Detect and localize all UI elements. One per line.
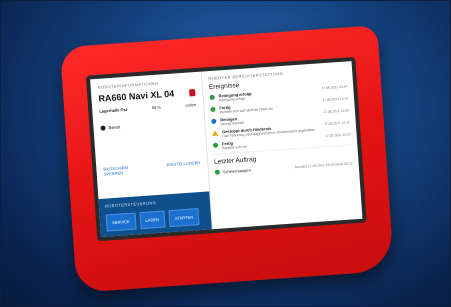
success-icon [212,142,219,148]
event-time: 17.08.2021 12:37 [323,120,350,127]
control-buttons: SERVICE LADEN STARTEN [105,208,206,232]
connection-status: online [185,102,197,108]
battery-level: 68 % [151,104,161,111]
success-icon [210,106,216,113]
charge-button[interactable]: LADEN [139,210,166,230]
robot-status: Bereit [100,119,197,131]
start-button[interactable]: STARTEN [168,208,200,228]
left-links: BILDSCHIRM SPERREN EINSTELLUNGEN [103,160,200,177]
robot-name: RA660 Navi XL 04 [98,88,175,104]
device-screen: ROBOTERINFORMATIONEN RA660 Navi XL 04 La… [85,56,367,242]
control-ui: ROBOTERINFORMATIONEN RA660 Navi XL 04 La… [90,61,363,237]
robot-status-text: Bereit [108,124,121,131]
service-button[interactable]: SERVICE [105,212,137,232]
robot-info-panel: ROBOTERINFORMATIONEN RA660 Navi XL 04 La… [90,71,213,237]
last-job-name: Scheuersaugen [222,167,252,175]
info-icon [211,118,217,124]
robot-report-panel: ROBOTER BERICHTERSTATTUNG Ereignisse Rei… [202,61,363,229]
robot-meta-row: Lagerhalle Ost 68 % online [99,102,196,114]
last-job-meta: Beendet 17.08.2021 13:24 Dauer 00:32 [294,160,353,169]
success-icon [209,94,215,101]
event-time: 17.08.2021 12:29 [324,132,351,139]
robot-icon [189,88,196,96]
robot-title-row: RA660 Navi XL 04 [98,87,196,104]
robot-location: Lagerhalle Ost [99,106,128,114]
check-icon [100,125,106,131]
event-time: 17.08.2021 13:24 [321,84,348,91]
robot-control-label: ROBOTERSTEUERUNG [104,200,157,209]
success-icon [214,169,221,175]
screen-lock-link[interactable]: BILDSCHIRM SPERREN [103,164,140,177]
robot-control-device: ROBOTERINFORMATIONEN RA660 Navi XL 04 La… [59,25,395,293]
warning-icon [212,130,219,136]
event-time: 17.08.2021 13:15 [322,96,349,103]
event-time: 17.08.2021 12:56 [323,108,350,115]
robot-control-panel: ROBOTERSTEUERUNG SERVICE LADEN STARTEN [98,191,212,237]
settings-link[interactable]: EINSTELLUNGEN [167,160,201,172]
